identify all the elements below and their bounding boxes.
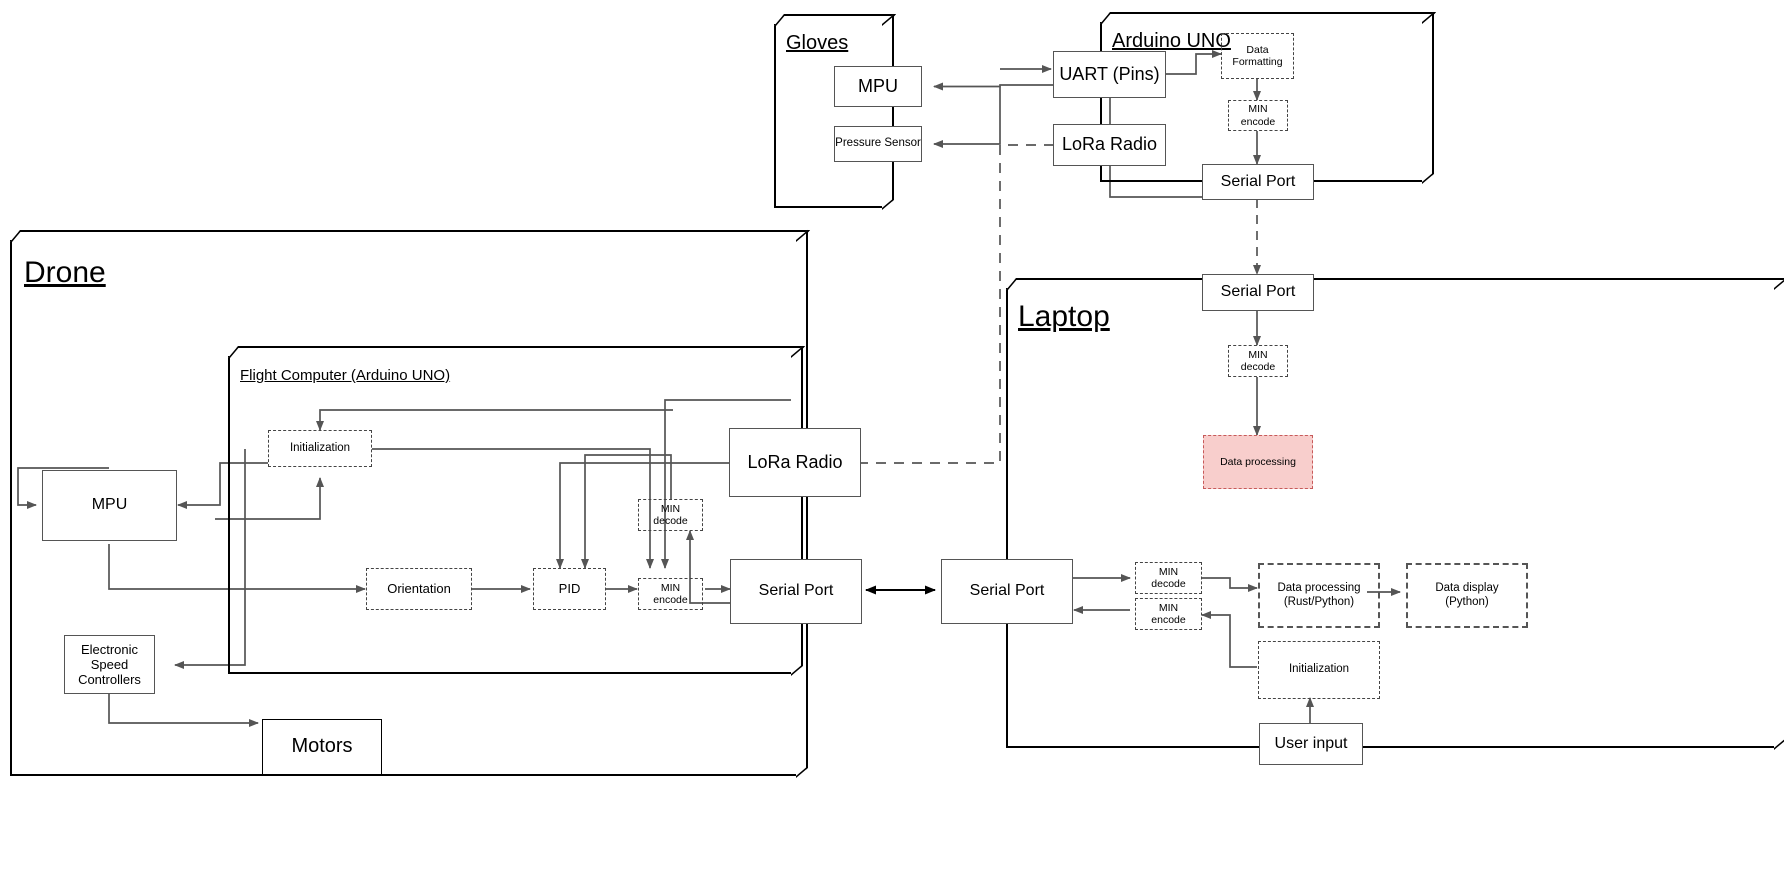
node-arduino-lora-radio[interactable]: LoRa Radio xyxy=(1053,124,1166,166)
laptop-lid xyxy=(1006,278,1784,290)
node-data-processing-rust-python[interactable]: Data processing (Rust/Python) xyxy=(1258,563,1380,628)
node-arduino-serial-port[interactable]: Serial Port xyxy=(1202,164,1314,200)
drone-lid xyxy=(10,230,811,242)
container-gloves: Gloves xyxy=(774,13,897,211)
laptop-title: Laptop xyxy=(1018,300,1110,333)
arduino-side xyxy=(1422,11,1434,185)
node-laptop-serial-port-top[interactable]: Serial Port xyxy=(1202,274,1314,311)
container-flight-computer: Flight Computer (Arduino UNO) xyxy=(228,345,806,676)
node-laptop-initialization[interactable]: Initialization xyxy=(1258,641,1380,699)
node-gloves-mpu[interactable]: MPU xyxy=(834,66,922,107)
node-fc-min-encode[interactable]: MIN encode xyxy=(638,578,703,610)
node-electronic-speed-controllers[interactable]: Electronic Speed Controllers xyxy=(64,635,155,694)
node-fc-min-decode[interactable]: MIN decode xyxy=(638,499,703,531)
gloves-title: Gloves xyxy=(786,32,849,54)
flight-computer-lid xyxy=(228,346,806,358)
node-laptop-serial-port-main[interactable]: Serial Port xyxy=(941,559,1073,624)
diagram-canvas: Gloves Arduino UNO Laptop Drone Flight C… xyxy=(0,0,1784,886)
drone-title: Drone xyxy=(24,256,106,289)
node-fc-pid[interactable]: PID xyxy=(533,568,606,610)
arduino-lid xyxy=(1100,12,1437,24)
gloves-lid xyxy=(774,14,897,26)
flight-computer-title: Flight Computer (Arduino UNO) xyxy=(240,367,451,384)
flight-computer-side xyxy=(791,345,803,676)
node-user-input[interactable]: User input xyxy=(1259,723,1363,765)
node-drone-lora-radio[interactable]: LoRa Radio xyxy=(729,428,861,497)
node-motors[interactable]: Motors xyxy=(262,719,382,775)
node-laptop-min-decode-top[interactable]: MIN decode xyxy=(1228,345,1288,377)
node-uart-pins[interactable]: UART (Pins) xyxy=(1053,51,1166,98)
node-arduino-min-encode[interactable]: MIN encode xyxy=(1228,100,1288,131)
gloves-side xyxy=(882,13,894,211)
node-pressure-sensor[interactable]: Pressure Sensor xyxy=(834,126,922,162)
laptop-side xyxy=(1774,277,1784,750)
node-fc-initialization[interactable]: Initialization xyxy=(268,430,372,467)
node-laptop-data-processing[interactable]: Data processing xyxy=(1203,435,1313,489)
container-laptop: Laptop xyxy=(1006,277,1784,750)
node-laptop-min-decode[interactable]: MIN decode xyxy=(1135,562,1202,594)
node-drone-mpu[interactable]: MPU xyxy=(42,470,177,541)
node-data-display-python[interactable]: Data display (Python) xyxy=(1406,563,1528,628)
node-fc-orientation[interactable]: Orientation xyxy=(366,568,472,610)
arduino-title: Arduino UNO xyxy=(1112,30,1231,52)
node-laptop-min-encode[interactable]: MIN encode xyxy=(1135,598,1202,630)
node-data-formatting[interactable]: Data Formatting xyxy=(1221,33,1294,79)
node-drone-serial-port[interactable]: Serial Port xyxy=(730,559,862,624)
